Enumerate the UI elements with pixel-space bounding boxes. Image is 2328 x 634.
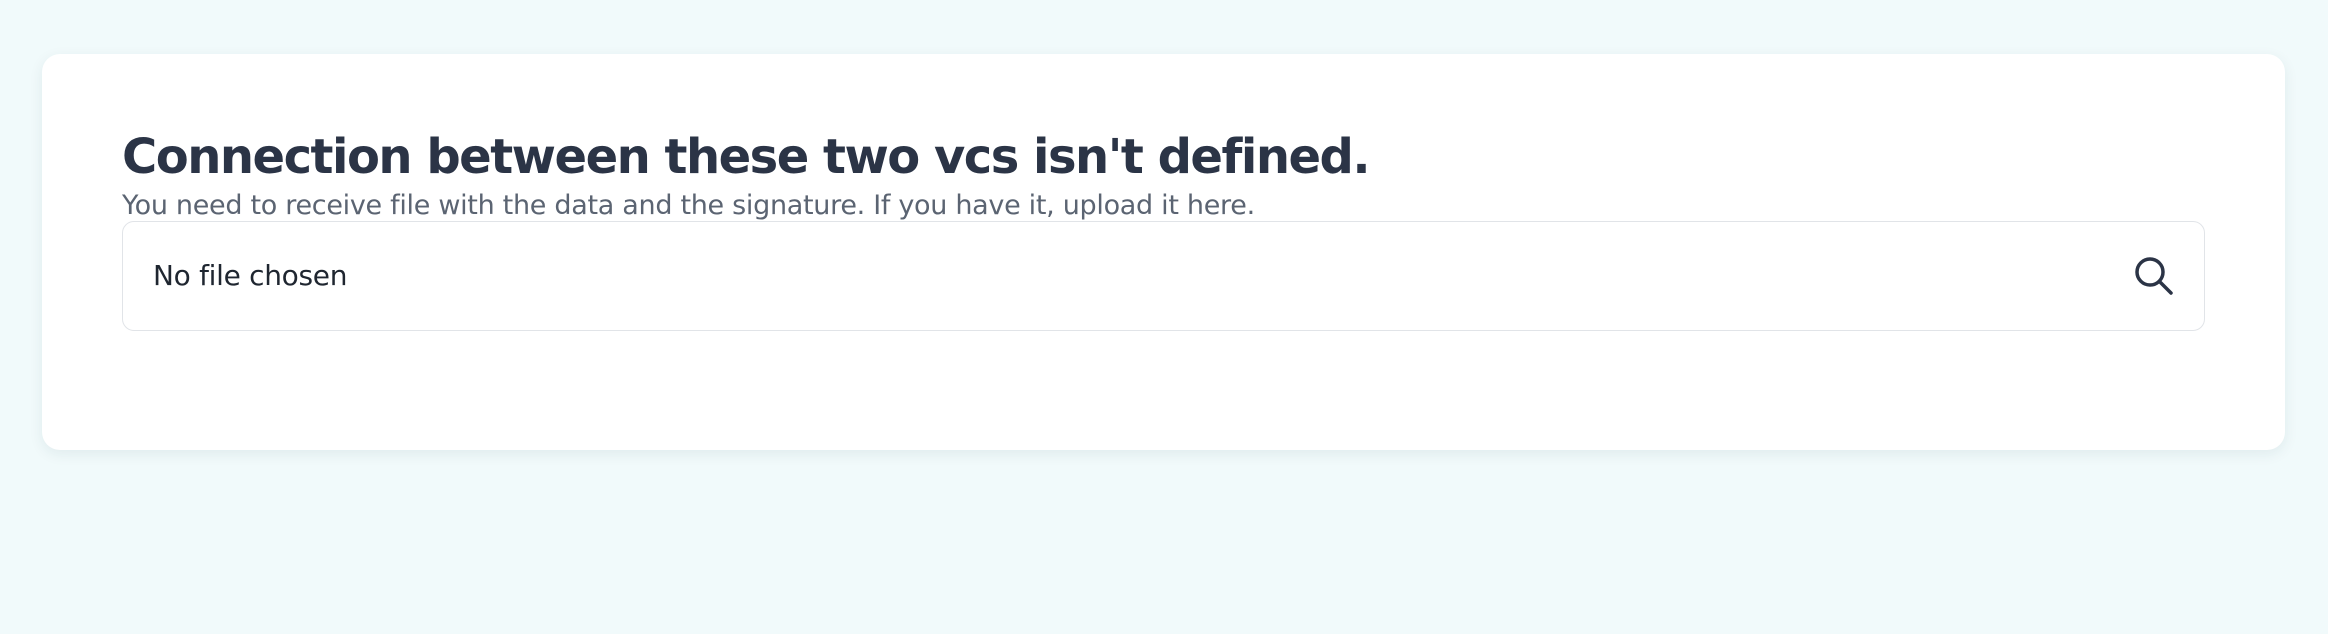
file-upload-field[interactable]: No file chosen (122, 220, 2205, 331)
upload-card: Connection between these two vcs isn't d… (42, 54, 2285, 450)
page-subtitle: You need to receive file with the data a… (122, 190, 1255, 222)
search-icon[interactable] (2128, 250, 2180, 302)
page-title: Connection between these two vcs isn't d… (122, 129, 1371, 185)
file-status-text: No file chosen (153, 259, 348, 293)
